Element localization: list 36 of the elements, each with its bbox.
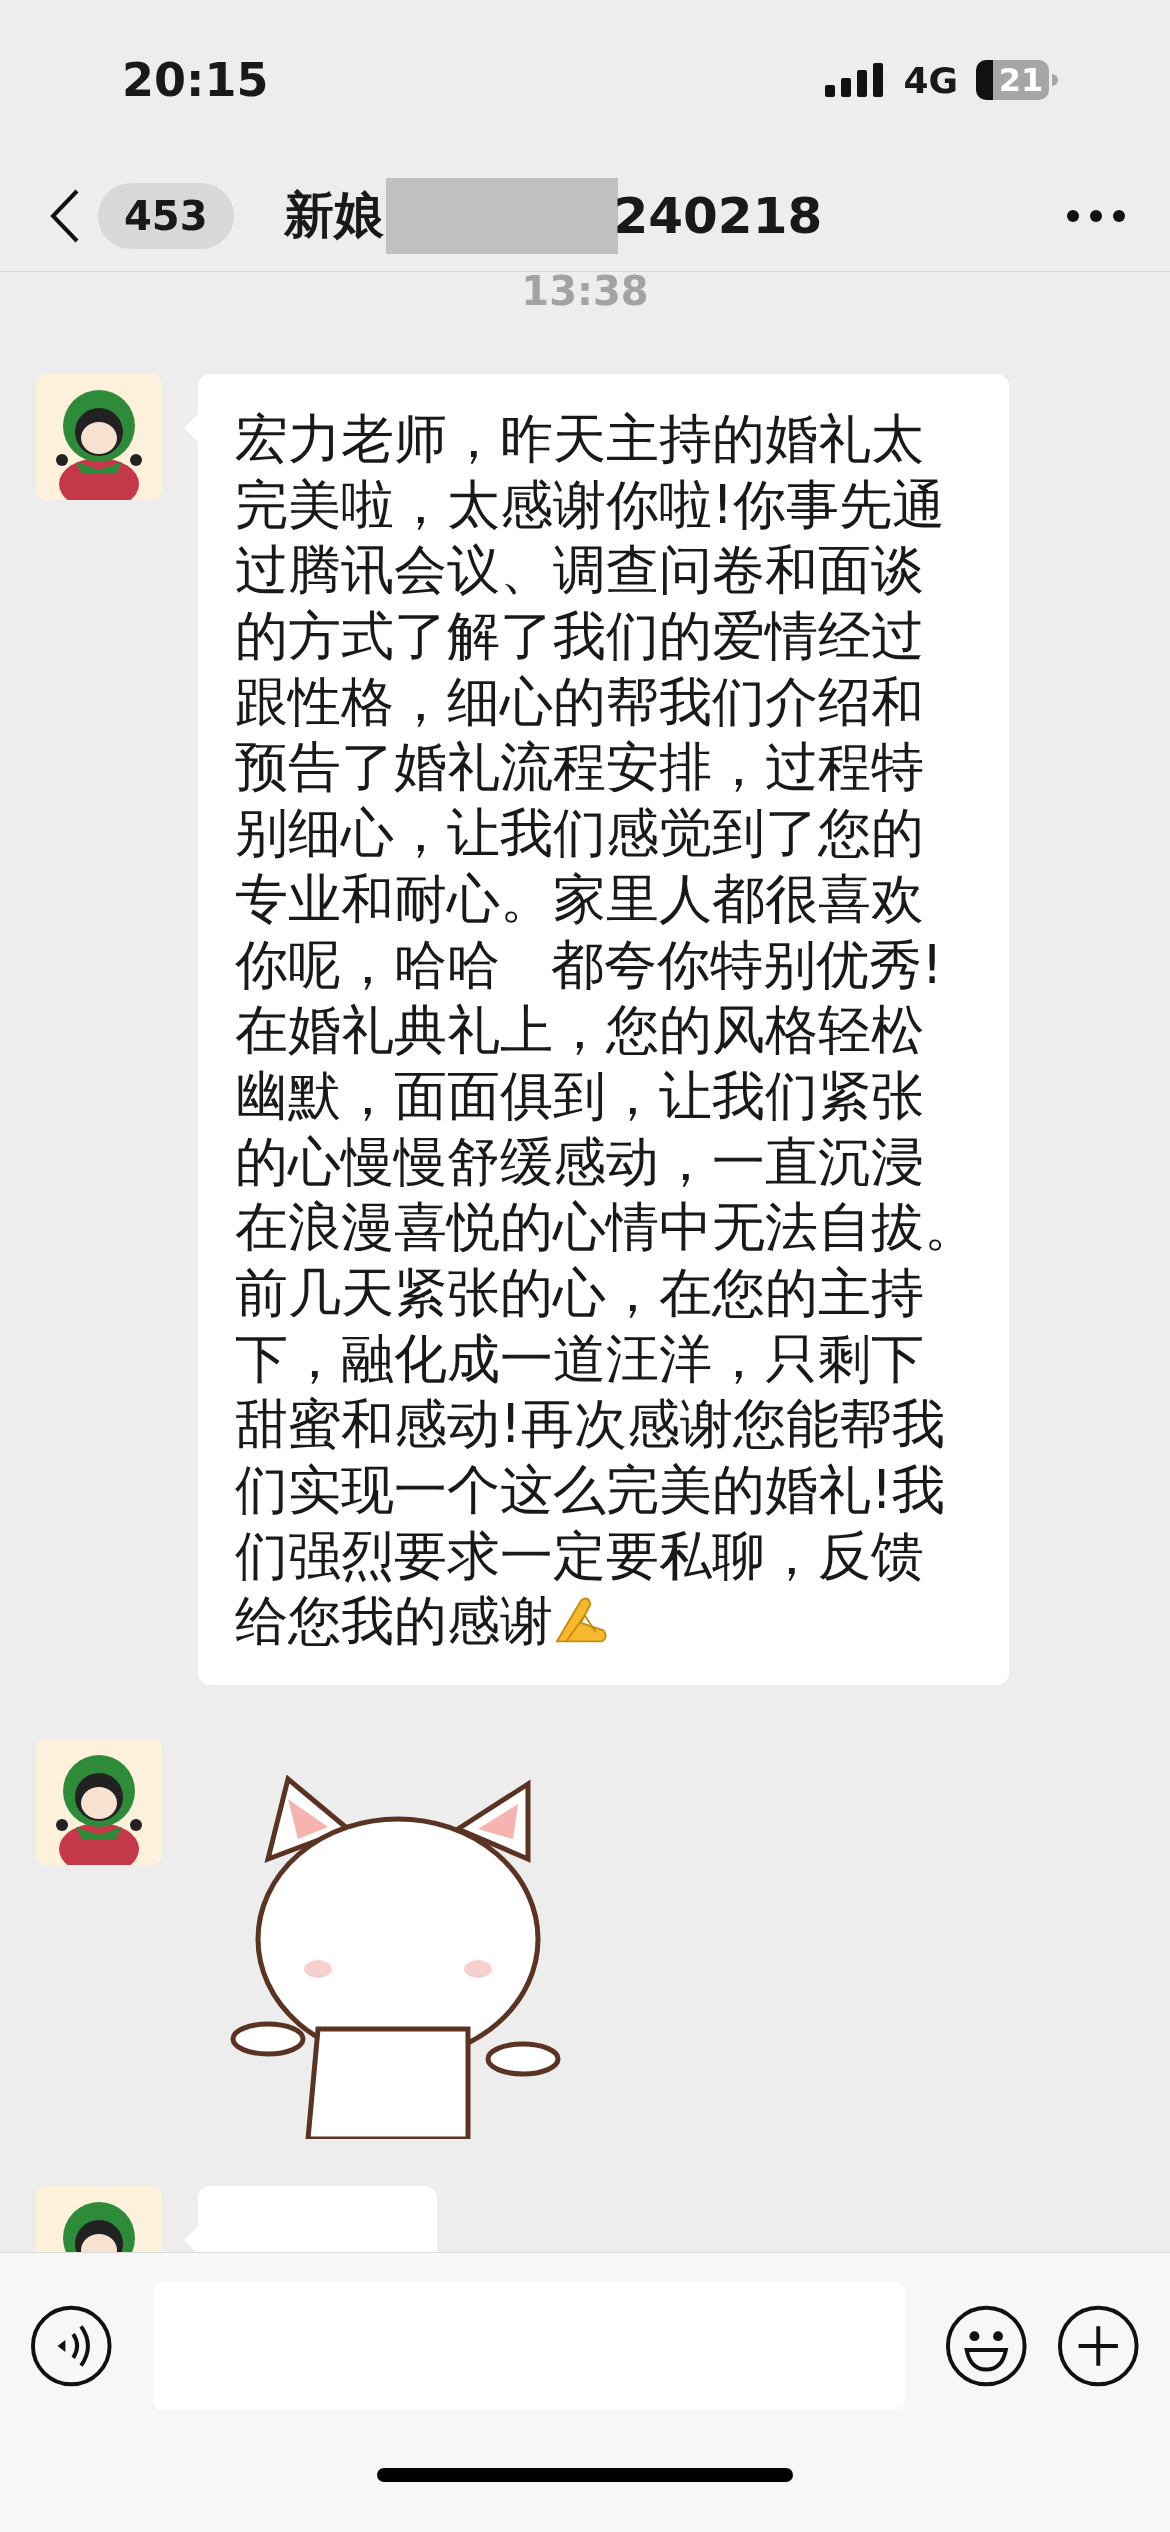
network-type: 4G [903, 59, 958, 101]
message-text: 跟性格，细心的帮我们介绍和 [235, 669, 924, 734]
message-text: 在婚礼典礼上，您的风格轻松 [235, 998, 924, 1063]
chat-title: 新娘 [283, 185, 384, 246]
avatar[interactable] [36, 1739, 162, 1866]
more-icon[interactable] [1066, 208, 1126, 223]
battery-icon [976, 60, 993, 100]
unread-count-badge[interactable]: 453 [98, 182, 234, 249]
chat-title: 240218 [613, 186, 823, 245]
avatar[interactable] [36, 374, 162, 500]
message-text: 预告了婚礼流程安排，过程特 [235, 735, 924, 800]
message-text: 前几天紧张的心，在您的主持 [235, 1260, 924, 1325]
message-text: 下，融化成一道汪洋，只剩下 [235, 1326, 924, 1391]
message-text: 专业和耐心。家里人都很喜欢 [235, 866, 924, 931]
message-text: 们实现一个这么完美的婚礼!我 [235, 1458, 946, 1522]
message-text: 们强烈要求一定要私聊，反馈 [235, 1523, 924, 1588]
message-text: 的方式了解了我们的爱情经过 [235, 604, 924, 669]
emoji-icon[interactable] [944, 2303, 1028, 2388]
message-text: 的心慢慢舒缓感动，一直沉浸 [235, 1129, 924, 1194]
voice-icon[interactable] [30, 2303, 113, 2388]
message-text: 宏力老师，昨天主持的婚礼太 [235, 407, 924, 471]
message-text: 过腾讯会议、调查问卷和面谈 [235, 538, 924, 603]
message-text: 幽默，面面俱到，让我们紧张 [235, 1063, 924, 1128]
message-text: 在浪漫喜悦的心情中无法自拔。 [235, 1195, 977, 1260]
signal-icon [825, 63, 886, 97]
message-text: 你呢，哈哈 都夸你特别优秀! [235, 932, 943, 997]
message-text: 给您我的感谢 [235, 1589, 553, 1654]
add-icon[interactable] [1057, 2303, 1140, 2388]
back-icon[interactable] [50, 188, 80, 243]
battery-level: 21 [993, 60, 1049, 100]
message-text: 甜蜜和感动!再次感谢您能帮我 [235, 1392, 946, 1457]
status-time: 20:15 [122, 53, 269, 107]
battery-tip-icon [1052, 74, 1058, 86]
message-text: 别细心，让我们感觉到了您的 [235, 801, 924, 866]
message-timestamp: 13:38 [521, 272, 649, 314]
message-text: 完美啦，太感谢你啦!你事先通 [235, 472, 946, 537]
